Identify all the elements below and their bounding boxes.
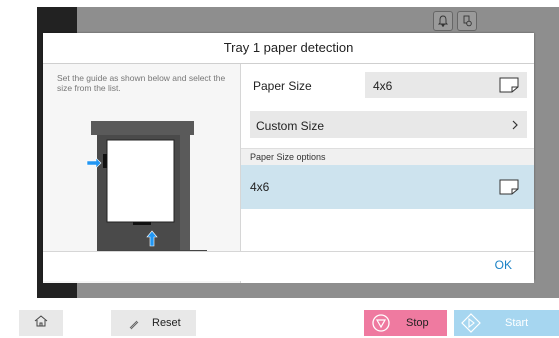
dialog-footer: OK <box>43 251 534 281</box>
reset-button[interactable]: Reset <box>111 310 196 336</box>
start-label: Start <box>505 317 529 329</box>
bell-icon[interactable] <box>433 11 453 31</box>
stop-button[interactable]: Stop <box>364 310 447 336</box>
paper-size-label: Paper Size <box>253 79 312 93</box>
paper-icon <box>499 179 519 200</box>
stop-label: Stop <box>406 317 429 329</box>
start-icon <box>461 313 481 338</box>
job-status-icon[interactable] <box>457 11 477 31</box>
home-button[interactable] <box>19 310 63 336</box>
paper-size-options-header: Paper Size options <box>241 148 534 166</box>
stop-icon <box>372 314 390 337</box>
options-header-label: Paper Size options <box>250 152 326 162</box>
option-label: 4x6 <box>250 180 270 194</box>
start-button[interactable]: Start <box>454 310 559 336</box>
reset-label: Reset <box>152 317 181 329</box>
dialog-title: Tray 1 paper detection <box>43 33 534 64</box>
paper-detection-dialog: Tray 1 paper detection Set the guide as … <box>43 33 534 283</box>
paper-size-value: 4x6 <box>373 79 393 93</box>
chevron-right-icon <box>511 118 519 136</box>
paper-size-option-4x6[interactable]: 4x6 <box>241 165 534 209</box>
ok-button[interactable]: OK <box>495 258 512 272</box>
paper-icon <box>499 77 519 98</box>
reset-icon <box>128 317 140 335</box>
paper-size-field[interactable]: 4x6 <box>365 72 527 98</box>
custom-size-label: Custom Size <box>256 119 325 133</box>
home-icon <box>34 314 48 332</box>
custom-size-button[interactable]: Custom Size <box>250 111 527 138</box>
control-bar: Reset Stop Start <box>0 298 559 336</box>
